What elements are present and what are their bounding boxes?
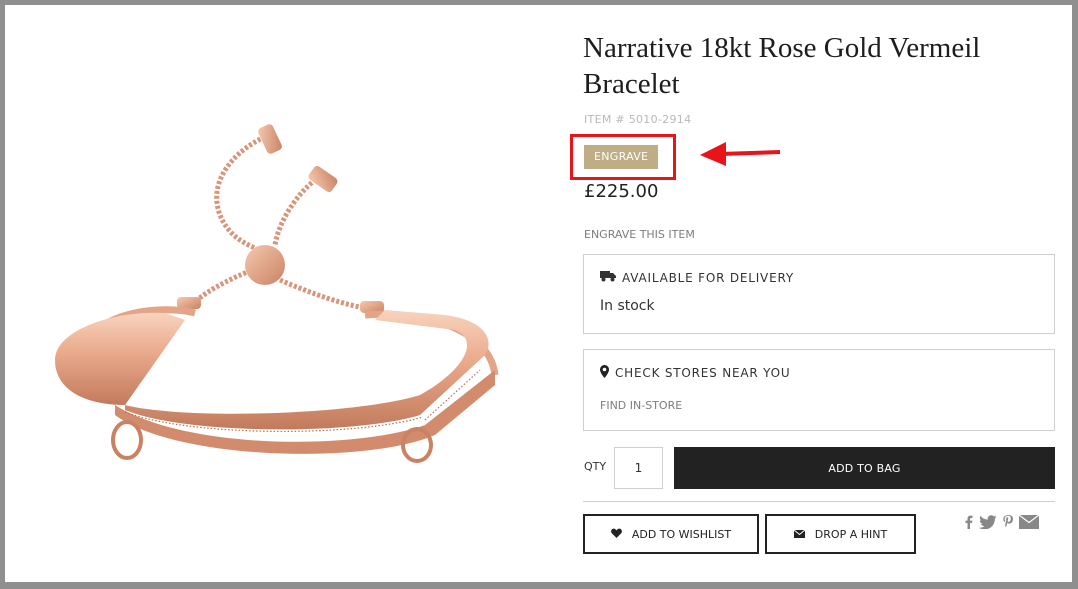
stores-box: CHECK STORES NEAR YOU FIND IN-STORE	[583, 349, 1055, 431]
stores-heading: CHECK STORES NEAR YOU	[600, 365, 790, 381]
product-title: Narrative 18kt Rose Gold Vermeil Bracele…	[583, 32, 981, 100]
engrave-button[interactable]: ENGRAVE	[584, 145, 659, 169]
stores-heading-text: CHECK STORES NEAR YOU	[615, 366, 791, 380]
stock-status: In stock	[600, 298, 655, 314]
item-number: ITEM # 5010-2914	[584, 113, 692, 126]
heart-icon	[610, 528, 622, 541]
delivery-heading: AVAILABLE FOR DELIVERY	[600, 270, 794, 285]
qty-label: QTY	[584, 460, 607, 473]
map-pin-icon	[600, 365, 609, 381]
page-frame: Narrative 18kt Rose Gold Vermeil Bracele…	[5, 5, 1072, 582]
drop-a-hint-button[interactable]: DROP A HINT	[765, 514, 916, 554]
envelope-icon	[793, 528, 806, 541]
annotation-arrow-icon	[700, 142, 781, 166]
twitter-icon[interactable]	[979, 515, 997, 529]
add-to-wishlist-label: ADD TO WISHLIST	[631, 527, 732, 541]
add-to-bag-button[interactable]: ADD TO BAG	[674, 447, 1055, 489]
engrave-this-item-link[interactable]: ENGRAVE THIS ITEM	[584, 228, 695, 241]
divider	[583, 501, 1055, 502]
truck-icon	[600, 270, 616, 285]
email-icon[interactable]	[1019, 515, 1039, 529]
drop-a-hint-label: DROP A HINT	[814, 527, 888, 541]
delivery-box: AVAILABLE FOR DELIVERY In stock	[583, 254, 1055, 334]
product-image	[25, 115, 525, 495]
qty-input[interactable]	[614, 447, 663, 489]
facebook-icon[interactable]	[965, 515, 973, 529]
social-share	[965, 515, 1039, 529]
product-details: Narrative 18kt Rose Gold Vermeil Bracele…	[570, 5, 1055, 582]
pinterest-icon[interactable]	[1003, 515, 1013, 529]
find-in-store-link[interactable]: FIND IN-STORE	[600, 399, 682, 412]
delivery-heading-text: AVAILABLE FOR DELIVERY	[622, 270, 794, 285]
add-to-wishlist-button[interactable]: ADD TO WISHLIST	[583, 514, 759, 554]
product-price: £225.00	[584, 181, 659, 202]
